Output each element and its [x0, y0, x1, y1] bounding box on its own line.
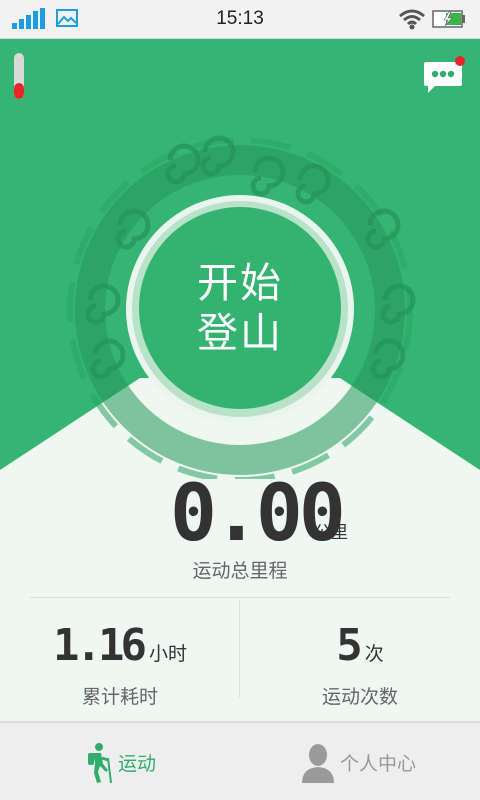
- start-climbing-button[interactable]: 开始 登山: [139, 207, 341, 409]
- bottom-nav: 运动 个人中心: [0, 721, 480, 800]
- nav-item-sport[interactable]: 运动: [84, 723, 156, 800]
- hiker-icon: [88, 742, 112, 783]
- start-button-line1: 开始: [197, 259, 283, 307]
- sport-count-label: 运动次数: [321, 686, 398, 708]
- total-distance-label: 运动总里程: [192, 560, 288, 582]
- total-distance-unit: 公里: [314, 523, 348, 543]
- total-time-label: 累计耗时: [81, 686, 158, 708]
- message-icon[interactable]: [422, 56, 468, 94]
- stats-divider-horizontal: [30, 597, 450, 598]
- person-icon: [302, 743, 334, 783]
- app-screen: 15:13 开始 登山 0.00 公里 运动总里程 1.16 小时 累计耗时 5…: [0, 0, 480, 800]
- total-time-value: 1.16: [53, 620, 147, 671]
- total-time: 1.16 小时: [0, 620, 240, 671]
- nav-item-personal-center-label: 个人中心: [340, 753, 417, 775]
- sport-count: 5次: [240, 620, 480, 671]
- start-button-line2: 登山: [197, 309, 283, 357]
- total-time-unit: 小时: [148, 643, 187, 665]
- battery-icon: [432, 10, 465, 28]
- thermometer-icon: [14, 53, 24, 99]
- nav-item-sport-label: 运动: [118, 753, 157, 775]
- total-distance: 0.00 公里: [0, 469, 480, 559]
- sport-count-unit: 次: [364, 643, 384, 665]
- status-bar: 15:13: [0, 0, 480, 39]
- wifi-icon: [399, 9, 425, 30]
- total-distance-value: 0.00: [170, 469, 346, 559]
- nav-item-personal-center[interactable]: 个人中心: [300, 723, 416, 800]
- sport-count-value: 5: [336, 620, 362, 671]
